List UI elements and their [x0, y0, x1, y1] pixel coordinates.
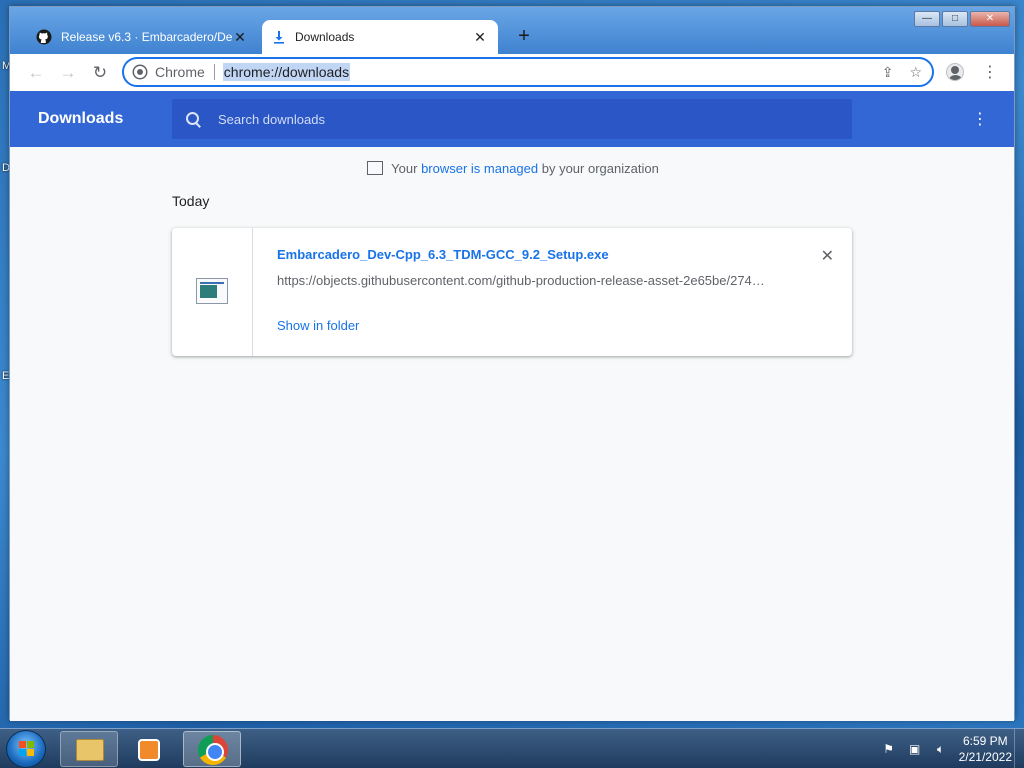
chrome-logo-icon — [134, 66, 146, 78]
star-icon[interactable]: ☆ — [909, 64, 922, 81]
windows-logo-icon — [19, 741, 35, 757]
taskbar-explorer[interactable] — [60, 731, 118, 767]
taskbar-media-player[interactable] — [122, 731, 180, 767]
file-source-url[interactable]: https://objects.githubusercontent.com/gi… — [277, 273, 777, 288]
share-icon[interactable]: ⇪ — [882, 64, 894, 81]
close-icon[interactable]: ✕ — [821, 246, 834, 266]
exe-file-icon — [196, 278, 228, 304]
chrome-icon — [198, 735, 228, 765]
download-icon — [274, 31, 284, 44]
profile-avatar-icon[interactable] — [946, 63, 964, 81]
building-icon — [367, 161, 384, 175]
clock-time: 6:59 PM — [962, 734, 1008, 748]
date-section-label: Today — [172, 193, 210, 209]
more-vert-icon[interactable]: ⋮ — [972, 109, 988, 129]
new-tab-icon[interactable]: + — [512, 25, 536, 48]
managed-link[interactable]: browser is managed — [421, 161, 538, 176]
downloads-header: Downloads ⋮ — [10, 91, 1014, 147]
tab-label: Downloads — [295, 30, 355, 44]
search-icon — [186, 112, 200, 126]
downloads-content: Your browser is managed by your organiza… — [10, 147, 1014, 721]
reload-icon[interactable]: ↻ — [84, 63, 116, 83]
tab-label: Release v6.3 · Embarcadero/Dev-Cpp — [61, 30, 232, 44]
managed-suffix: by your organization — [538, 161, 659, 176]
network-icon[interactable]: ▣ — [907, 742, 923, 756]
address-bar[interactable]: Chrome chrome://downloads ⇪ ☆ — [122, 57, 934, 87]
divider — [213, 64, 215, 80]
close-icon[interactable]: ✕ — [472, 29, 488, 46]
file-name-link[interactable]: Embarcadero_Dev-Cpp_6.3_TDM-GCC_9.2_Setu… — [277, 247, 609, 262]
browser-toolbar: ← → ↻ Chrome chrome://downloads ⇪ ☆ ⋮ — [10, 54, 1014, 91]
taskbar-chrome[interactable] — [183, 731, 241, 767]
back-arrow-icon[interactable]: ← — [20, 63, 52, 83]
volume-icon[interactable]: 🔈︎ — [933, 742, 949, 756]
forward-arrow-icon[interactable]: → — [52, 63, 84, 83]
action-center-icon[interactable]: ⚑ — [881, 742, 897, 756]
folder-icon — [76, 739, 104, 761]
chip-label: Chrome — [155, 64, 205, 80]
github-icon — [36, 29, 52, 45]
more-vert-icon[interactable]: ⋮ — [982, 62, 998, 82]
clock[interactable]: 6:59 PM 2/21/2022 — [959, 733, 1012, 765]
tab-strip: Release v6.3 · Embarcadero/Dev-Cpp ✕ Dow… — [10, 7, 1014, 54]
window-controls: — □ ✕ — [912, 11, 1010, 27]
file-icon-column — [172, 228, 253, 356]
tab-release[interactable]: Release v6.3 · Embarcadero/Dev-Cpp ✕ — [26, 20, 258, 54]
site-info-chip[interactable]: Chrome — [134, 64, 205, 80]
system-tray: ⚑ ▣ 🔈︎ 6:59 PM 2/21/2022 — [881, 733, 1012, 765]
page-title: Downloads — [38, 110, 124, 127]
minimize-button[interactable]: — — [914, 11, 940, 27]
search-input[interactable] — [218, 111, 818, 127]
show-desktop-button[interactable] — [1014, 729, 1024, 768]
clock-date: 2/21/2022 — [958, 750, 1012, 764]
managed-notice: Your browser is managed by your organiza… — [10, 161, 1016, 176]
taskbar: ⚑ ▣ 🔈︎ 6:59 PM 2/21/2022 — [0, 728, 1024, 768]
url-text[interactable]: chrome://downloads — [222, 63, 351, 81]
tab-downloads[interactable]: Downloads ✕ — [262, 20, 498, 54]
maximize-button[interactable]: □ — [942, 11, 968, 27]
close-icon[interactable]: ✕ — [232, 29, 248, 46]
close-window-button[interactable]: ✕ — [970, 11, 1010, 27]
managed-prefix: Your — [391, 161, 422, 176]
browser-window: Release v6.3 · Embarcadero/Dev-Cpp ✕ Dow… — [9, 6, 1015, 721]
media-player-icon — [138, 739, 160, 761]
show-in-folder-link[interactable]: Show in folder — [277, 318, 359, 333]
search-box[interactable] — [172, 99, 852, 139]
download-item: Embarcadero_Dev-Cpp_6.3_TDM-GCC_9.2_Setu… — [172, 228, 852, 356]
start-button[interactable] — [6, 730, 46, 768]
